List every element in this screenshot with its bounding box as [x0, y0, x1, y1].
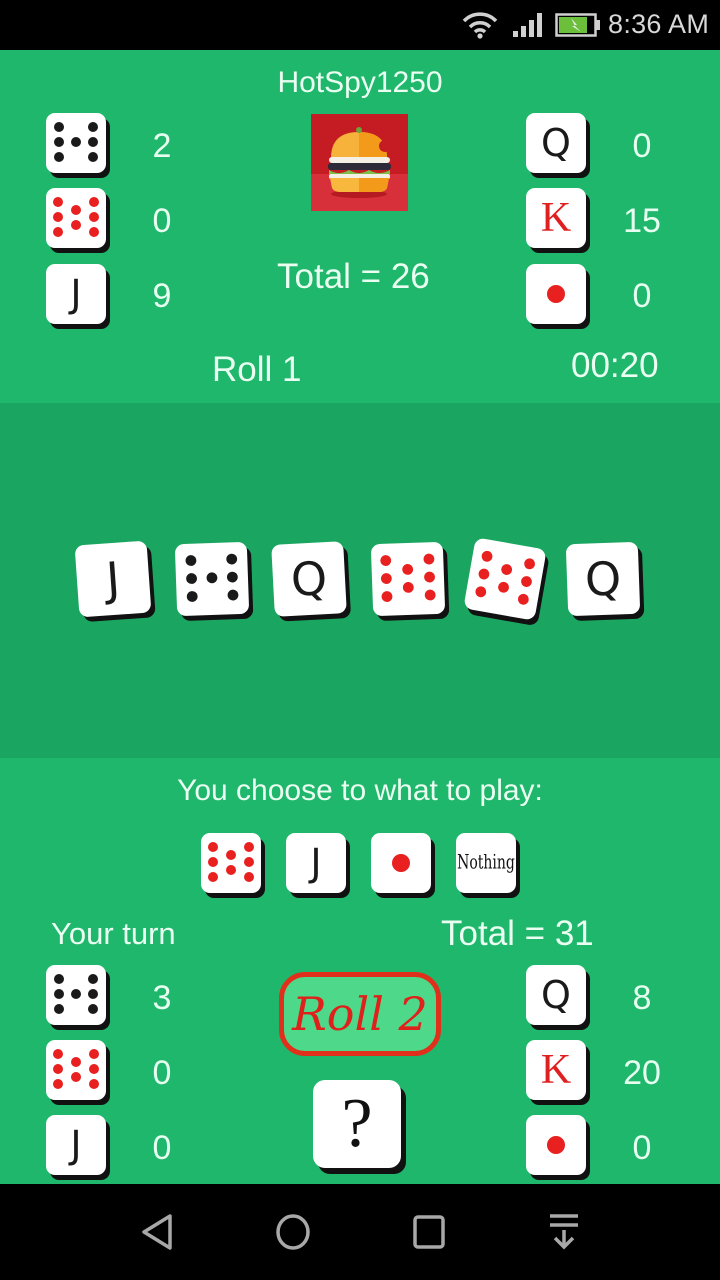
- player-jack-die: J: [46, 1115, 106, 1175]
- signal-icon: [513, 13, 542, 37]
- opponent-six-red-die: [46, 188, 106, 248]
- ace-pip-icon: [392, 854, 410, 872]
- status-bar: 8:36 AM: [0, 0, 720, 50]
- opponent-name: HotSpy1250: [277, 66, 443, 99]
- six-black-pips-icon: [54, 974, 98, 1014]
- player-ace-die: [526, 1115, 586, 1175]
- rolled-die-4[interactable]: [370, 541, 446, 617]
- roll-button[interactable]: Roll 2: [279, 972, 441, 1056]
- rolled-die-5[interactable]: [463, 537, 547, 621]
- queen-icon: Q: [541, 121, 571, 165]
- navigation-bar: [0, 1184, 720, 1280]
- status-time: 8:36 AM: [608, 9, 710, 39]
- six-black-pips-icon: [54, 122, 98, 162]
- opponent-avatar[interactable]: [311, 114, 408, 211]
- six-black-pips-icon: [185, 553, 239, 602]
- six-red-pips-icon: [475, 550, 536, 605]
- player-six-black-count: 3: [152, 979, 172, 1017]
- opponent-ace-die: [526, 264, 586, 324]
- queen-icon: Q: [583, 551, 623, 607]
- recents-icon[interactable]: [407, 1210, 451, 1254]
- player-total: Total = 31: [441, 914, 594, 953]
- opponent-queen-count: 0: [632, 127, 652, 165]
- burger-icon: [311, 114, 408, 211]
- jack-icon: J: [70, 1123, 82, 1167]
- player-queen-count: 8: [632, 979, 652, 1017]
- player-jack-count: 0: [152, 1129, 172, 1167]
- help-button[interactable]: ?: [313, 1080, 401, 1168]
- rolled-die-6[interactable]: Q: [565, 541, 641, 617]
- choice-jack-button[interactable]: J: [286, 833, 346, 893]
- player-six-red-count: 0: [152, 1054, 172, 1092]
- opponent-queen-die: Q: [526, 113, 586, 173]
- opponent-six-black-count: 2: [152, 127, 172, 165]
- six-red-pips-icon: [53, 1049, 99, 1089]
- notification-pull-icon[interactable]: [542, 1210, 586, 1254]
- opponent-jack-die: J: [46, 264, 106, 324]
- player-queen-die: Q: [526, 965, 586, 1025]
- jack-icon: J: [310, 841, 322, 885]
- turn-timer: 00:20: [571, 346, 659, 385]
- choice-nothing-button[interactable]: Nothing: [456, 833, 516, 893]
- rolled-die-3[interactable]: Q: [271, 541, 347, 617]
- turn-indicator: Your turn: [51, 916, 176, 951]
- ace-pip-icon: [547, 1136, 565, 1154]
- queen-icon: Q: [541, 973, 571, 1017]
- nothing-label: Nothing: [457, 851, 515, 875]
- queen-icon: Q: [289, 551, 329, 607]
- opponent-six-black-die: [46, 113, 106, 173]
- player-ace-count: 0: [632, 1129, 652, 1167]
- opponent-ace-count: 0: [632, 277, 652, 315]
- wifi-icon: [462, 12, 498, 39]
- back-icon[interactable]: [136, 1210, 180, 1254]
- king-icon: K: [540, 195, 572, 241]
- battery-charging-icon: [555, 13, 600, 37]
- jack-icon: J: [104, 551, 122, 607]
- opponent-king-die: K: [526, 188, 586, 248]
- player-king-count: 20: [623, 1054, 661, 1092]
- rolled-die-2[interactable]: [174, 541, 250, 617]
- choice-six-red-button[interactable]: [201, 833, 261, 893]
- roll-number: Roll 1: [212, 350, 302, 389]
- six-red-pips-icon: [53, 197, 99, 237]
- player-king-die: K: [526, 1040, 586, 1100]
- jack-icon: J: [70, 272, 82, 316]
- ace-pip-icon: [547, 285, 565, 303]
- player-six-red-die: [46, 1040, 106, 1100]
- home-icon[interactable]: [271, 1210, 315, 1254]
- rolled-die-1[interactable]: J: [74, 540, 152, 618]
- six-red-pips-icon: [208, 842, 254, 882]
- choose-prompt: You choose to what to play:: [177, 774, 543, 807]
- player-six-black-die: [46, 965, 106, 1025]
- king-icon: K: [540, 1047, 572, 1093]
- six-red-pips-icon: [380, 553, 436, 602]
- choice-ace-button[interactable]: [371, 833, 431, 893]
- opponent-jack-count: 9: [152, 277, 172, 315]
- opponent-total: Total = 26: [277, 257, 430, 296]
- opponent-king-count: 15: [623, 202, 661, 240]
- opponent-six-red-count: 0: [152, 202, 172, 240]
